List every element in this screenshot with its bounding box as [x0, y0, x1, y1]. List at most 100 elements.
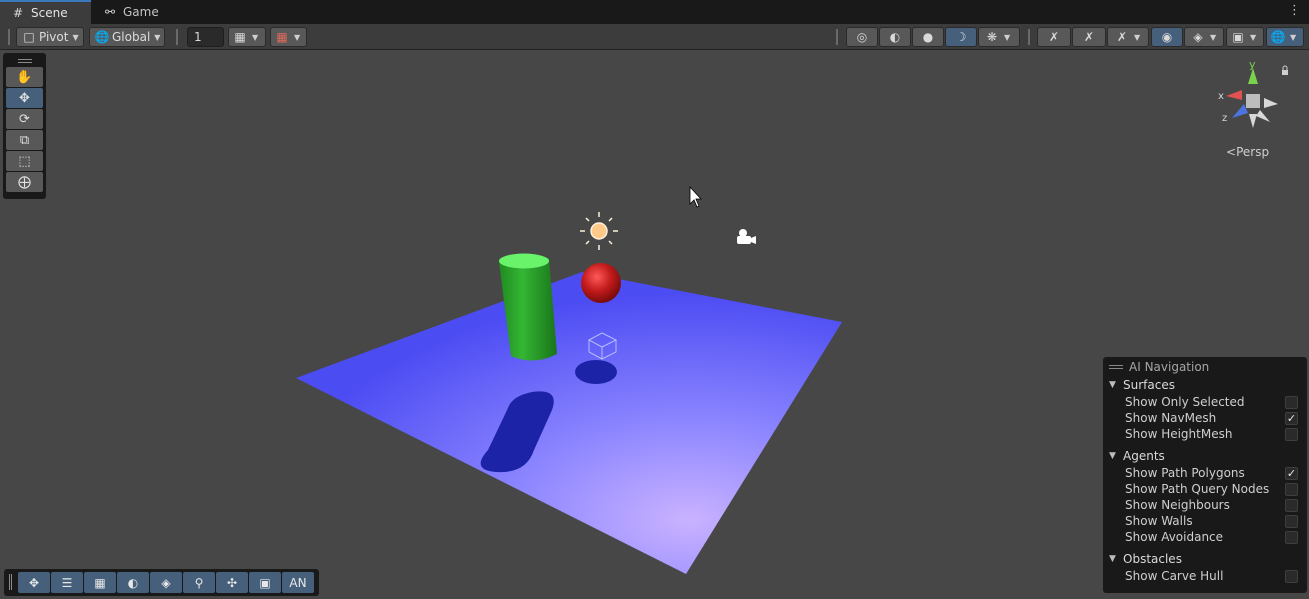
foldout-triangle-icon[interactable]: ▼ [1109, 554, 1117, 564]
option-show-only-selected[interactable]: Show Only Selected [1109, 394, 1301, 410]
chevron-down-icon: ▼ [1004, 32, 1011, 42]
settings-overlay-button[interactable]: ☰ [51, 572, 83, 593]
shaded-wireframe-button[interactable]: ◐ [879, 27, 911, 47]
overlay-grip[interactable] [9, 574, 12, 590]
gizmo-center-cube[interactable] [1246, 94, 1260, 108]
drag-handle-icon[interactable] [1109, 365, 1123, 369]
shaded-sphere-icon: ● [922, 30, 934, 44]
foldout-triangle-icon[interactable]: ▼ [1109, 451, 1117, 461]
option-show-carve-hull[interactable]: Show Carve Hull [1109, 568, 1301, 584]
section-agents[interactable]: ▼ Agents [1109, 447, 1301, 465]
shaded-button[interactable]: ● [912, 27, 944, 47]
gizmos-dropdown[interactable]: 🌐 ▼ [1266, 27, 1304, 47]
toolbar-grip[interactable] [836, 29, 838, 45]
layers-icon: ◈ [1193, 30, 1203, 44]
effects-icon: ✗ [1116, 30, 1128, 44]
pivot-overlay-button[interactable]: ✣ [216, 572, 248, 593]
option-show-navmesh[interactable]: Show NavMesh ✓ [1109, 410, 1301, 426]
lock-shackle [1282, 65, 1288, 70]
sphere-shadow [575, 360, 617, 384]
tab-scene[interactable]: # Scene [0, 0, 91, 24]
option-show-avoidance[interactable]: Show Avoidance [1109, 529, 1301, 545]
tab-game[interactable]: ⚯ Game [92, 0, 169, 24]
checkbox-checked[interactable]: ✓ [1285, 412, 1298, 425]
rotate-tool-button[interactable]: ⟳ [6, 109, 43, 129]
toolbar-grip[interactable] [1028, 29, 1030, 45]
scene-visibility-toggle[interactable]: ◉ [1151, 27, 1183, 47]
more-options-icon[interactable]: ⋮ [1288, 4, 1301, 18]
grid-snap-dropdown[interactable]: ▦ ▼ [228, 27, 266, 47]
ground-plane[interactable] [296, 272, 842, 574]
camera-gizmo-icon[interactable] [737, 229, 756, 244]
directional-light-icon[interactable] [580, 212, 618, 250]
gizmo-globe-icon: 🌐 [1270, 30, 1286, 44]
effects-dropdown[interactable]: ✗ ▼ [1107, 27, 1149, 47]
scene-toolbar: □ Pivot ▼ 🌐 Global ▼ 1 ▦ ▼ ▦ ▼ ◎ ◐ ● ☽ ❋… [0, 24, 1309, 50]
foldout-triangle-icon[interactable]: ▼ [1109, 380, 1117, 390]
option-label: Show Neighbours [1125, 498, 1230, 512]
camera-overlay-button[interactable]: ▣ [249, 572, 281, 593]
z-axis-cone[interactable] [1232, 104, 1248, 118]
lit-button[interactable]: ☽ [945, 27, 977, 47]
checkbox[interactable] [1285, 499, 1298, 512]
bug-icon: ❋ [986, 30, 998, 44]
checkbox[interactable] [1285, 428, 1298, 441]
option-label: Show Avoidance [1125, 530, 1224, 544]
tab-scene-label: Scene [31, 6, 68, 20]
checkbox[interactable] [1285, 515, 1298, 528]
view-tool-button[interactable]: ✋ [6, 67, 43, 87]
red-sphere[interactable] [581, 263, 621, 303]
navmesh-overlay-button[interactable]: ◈ [150, 572, 182, 593]
lighting-toggle[interactable]: ✗ [1037, 27, 1071, 47]
toolbar-grip[interactable] [176, 29, 178, 45]
option-show-heightmesh[interactable]: Show HeightMesh [1109, 426, 1301, 442]
checkbox-checked[interactable]: ✓ [1285, 467, 1298, 480]
z-axis-label: z [1222, 113, 1227, 124]
option-show-path-query-nodes[interactable]: Show Path Query Nodes [1109, 481, 1301, 497]
toolbar-grip[interactable] [8, 29, 10, 45]
move-tool-button[interactable]: ✥ [6, 88, 43, 108]
pivot-dropdown[interactable]: □ Pivot ▼ [16, 27, 84, 47]
lighting-overlay-button[interactable]: ◐ [117, 572, 149, 593]
audio-toggle[interactable]: ✗ [1072, 27, 1106, 47]
transform-icon: ⨁ [18, 174, 31, 190]
grid-size-input[interactable]: 1 [187, 27, 224, 47]
projection-toggle[interactable]: <Persp [1226, 145, 1269, 159]
moon-icon: ☽ [955, 30, 967, 44]
scale-tool-button[interactable]: ⧉ [6, 130, 43, 150]
neg-x-axis-cone[interactable] [1264, 98, 1278, 108]
layers-dropdown[interactable]: ◈ ▼ [1184, 27, 1224, 47]
section-obstacles[interactable]: ▼ Obstacles [1109, 550, 1301, 568]
ai-navigation-title: AI Navigation [1129, 360, 1210, 374]
ai-navigation-header[interactable]: AI Navigation [1109, 359, 1301, 375]
chevron-down-icon: ▼ [252, 32, 259, 42]
option-show-neighbours[interactable]: Show Neighbours [1109, 497, 1301, 513]
lock-icon[interactable] [1282, 70, 1288, 75]
checkbox[interactable] [1285, 531, 1298, 544]
debug-draw-dropdown[interactable]: ❋ ▼ [978, 27, 1020, 47]
camera-dropdown[interactable]: ▣ ▼ [1226, 27, 1264, 47]
move-overlay-button[interactable]: ✥ [18, 572, 50, 593]
increment-snap-dropdown[interactable]: ▦ ▼ [270, 27, 307, 47]
transform-tool-button[interactable]: ⨁ [6, 172, 43, 192]
option-show-walls[interactable]: Show Walls [1109, 513, 1301, 529]
ai-navigation-overlay-button[interactable]: AN [282, 572, 314, 593]
x-axis-cone[interactable] [1226, 90, 1242, 100]
chevron-down-icon: ▼ [1134, 32, 1141, 42]
option-show-path-polygons[interactable]: Show Path Polygons ✓ [1109, 465, 1301, 481]
wireframe-button[interactable]: ◎ [846, 27, 878, 47]
section-title: Agents [1123, 449, 1165, 463]
global-dropdown[interactable]: 🌐 Global ▼ [89, 27, 165, 47]
neg-y-axis-cone[interactable] [1249, 114, 1257, 128]
checkbox[interactable] [1285, 483, 1298, 496]
checkbox[interactable] [1285, 396, 1298, 409]
rect-tool-button[interactable]: ⬚ [6, 151, 43, 171]
search-overlay-button[interactable]: ⚲ [183, 572, 215, 593]
section-surfaces[interactable]: ▼ Surfaces [1109, 376, 1301, 394]
grid-overlay-button[interactable]: ▦ [84, 572, 116, 593]
checkbox[interactable] [1285, 570, 1298, 583]
neg-z-axis-cone[interactable] [1256, 110, 1270, 122]
rotate-icon: ⟳ [19, 111, 30, 127]
section-title: Surfaces [1123, 378, 1175, 392]
overlay-grip[interactable] [6, 56, 43, 66]
